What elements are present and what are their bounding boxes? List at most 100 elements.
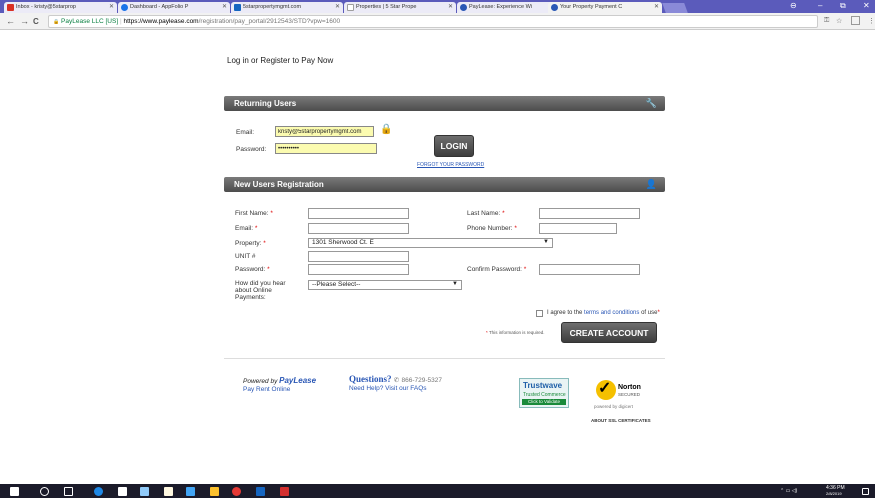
acrobat-icon[interactable] — [280, 487, 289, 496]
returning-users-header: Returning Users 🔧 — [224, 96, 665, 111]
last-name-label: Last Name: * — [467, 210, 505, 217]
dropdown-arrow-icon: ▼ — [452, 281, 458, 287]
url-host: https://www.paylease.com — [123, 18, 199, 25]
paylease-logo: PayLease — [279, 376, 317, 385]
tab-your-property-payment[interactable]: Your Property Payment C ✕ — [548, 2, 662, 13]
login-password-label: Password: — [236, 146, 267, 153]
security-indicator[interactable]: PayLease LLC [US] — [61, 18, 118, 25]
trustwave-seal[interactable]: Trustwave Trusted Commerce Click to Vali… — [519, 378, 569, 408]
login-button[interactable]: LOGIN — [434, 135, 474, 157]
folder-icon[interactable] — [210, 487, 219, 496]
email-input[interactable] — [308, 223, 409, 234]
browser-tab-strip: Inbox - kristy@5starprop ✕ Dashboard - A… — [0, 0, 875, 13]
page-icon — [347, 4, 354, 11]
account-icon[interactable]: ⊖ — [790, 1, 797, 10]
clock-date[interactable]: 2/8/2019 — [826, 491, 842, 496]
phone-input[interactable] — [539, 223, 617, 234]
required-note: * This information is required. — [486, 330, 545, 335]
create-account-button[interactable]: CREATE ACCOUNT — [561, 322, 657, 343]
chrome-icon[interactable] — [232, 487, 241, 496]
password-input[interactable] — [308, 264, 409, 275]
address-bar[interactable]: 🔒 PayLease LLC [US] | https://www.paylea… — [48, 15, 818, 28]
explorer-icon[interactable] — [140, 487, 149, 496]
tab-inbox[interactable]: Inbox - kristy@5starprop ✕ — [4, 2, 117, 13]
how-heard-label: How did you hear about Online Payments: — [235, 280, 286, 301]
task-view-icon[interactable] — [64, 487, 73, 496]
first-name-label: First Name: * — [235, 210, 273, 217]
notifications-icon[interactable] — [862, 488, 869, 495]
property-select[interactable]: 1301 Sherwood Ct. E ▼ — [308, 238, 553, 248]
first-name-input[interactable] — [308, 208, 409, 219]
reload-button[interactable]: C — [33, 17, 39, 26]
confirm-password-label: Confirm Password: * — [467, 266, 527, 273]
phone-label: Phone Number: * — [467, 225, 517, 232]
key-icon[interactable]: ⚿ — [824, 17, 829, 25]
close-window-button[interactable]: ✕ — [863, 1, 870, 10]
login-email-input[interactable] — [275, 126, 374, 137]
bookmark-star-icon[interactable]: ☆ — [836, 17, 842, 25]
terms-link[interactable]: terms and conditions — [584, 310, 639, 316]
close-icon[interactable]: ✕ — [448, 3, 453, 10]
website-icon — [234, 4, 241, 11]
property-label: Property: * — [235, 240, 266, 247]
edge-icon[interactable] — [94, 487, 103, 496]
windows-start-icon[interactable] — [10, 487, 19, 496]
login-password-input[interactable] — [275, 143, 377, 154]
close-icon[interactable]: ✕ — [222, 3, 227, 10]
tab-properties[interactable]: Properties | 5 Star Prope ✕ — [344, 2, 456, 13]
terms-checkbox[interactable] — [536, 310, 543, 317]
password-label: Password: * — [235, 266, 270, 273]
confirm-password-input[interactable] — [539, 264, 640, 275]
forgot-password-link[interactable]: FORGOT YOUR PASSWORD — [417, 162, 484, 168]
norton-seal[interactable]: ✓ Norton SECURED powered by digicert — [592, 380, 654, 412]
user-icon: 👤 — [645, 179, 657, 189]
paylease-icon — [551, 4, 558, 11]
extension-icon[interactable] — [851, 16, 860, 25]
back-button[interactable]: ← — [6, 16, 15, 26]
new-tab-button[interactable] — [662, 3, 688, 13]
checkmark-icon: ✓ — [598, 380, 612, 397]
close-icon[interactable]: ✕ — [654, 3, 659, 10]
tray-icons[interactable]: ⌃ ▭ ◁) — [780, 488, 797, 494]
faq-link[interactable]: Need Help? Visit our FAQs — [349, 385, 427, 392]
close-icon[interactable]: ✕ — [109, 3, 114, 10]
minimize-button[interactable]: – — [818, 1, 822, 10]
outlook-icon[interactable] — [256, 487, 265, 496]
settings-icon[interactable] — [118, 487, 127, 496]
powered-by: Powered by PayLease — [243, 376, 317, 385]
close-icon[interactable]: ✕ — [335, 3, 340, 10]
unit-label: UNIT # — [235, 253, 256, 260]
tab-5starproperty[interactable]: 5starpropertymgmt.com ✕ — [231, 2, 343, 13]
gmail-icon — [7, 4, 14, 11]
footer-divider — [224, 358, 665, 359]
password-manager-lock-icon[interactable]: 🔒 — [380, 124, 392, 135]
store-icon[interactable] — [164, 487, 173, 496]
page-title: Log in or Register to Pay Now — [227, 56, 334, 65]
email-label: Email: * — [235, 225, 258, 232]
phone-icon: ✆ — [393, 377, 400, 384]
search-icon[interactable] — [40, 487, 49, 496]
maximize-button[interactable]: ⧉ — [840, 1, 846, 11]
windows-taskbar: ⌃ ▭ ◁) 4:36 PM 2/8/2019 — [0, 484, 875, 498]
about-ssl-link[interactable]: ABOUT SSL CERTIFICATES — [591, 418, 651, 423]
new-users-header: New Users Registration 👤 — [224, 177, 665, 192]
menu-icon[interactable]: ⋮ — [868, 17, 875, 25]
tab-dashboard[interactable]: Dashboard - AppFolio P ✕ — [118, 2, 230, 13]
terms-label: I agree to the terms and conditions of u… — [547, 310, 660, 316]
lock-icon: 🔒 — [53, 19, 60, 25]
questions-heading: Questions? ✆ 866-729-5327 — [349, 374, 442, 384]
dropdown-arrow-icon: ▼ — [543, 239, 549, 245]
login-email-label: Email: — [236, 129, 255, 136]
last-name-input[interactable] — [539, 208, 640, 219]
url-path: /registration/pay_portal/2912543/STD?vpw… — [198, 18, 341, 25]
wrench-icon: 🔧 — [645, 98, 657, 108]
unit-input[interactable] — [308, 251, 409, 262]
support-phone: 866-729-5327 — [401, 377, 442, 384]
browser-toolbar: ← → C 🔒 PayLease LLC [US] | https://www.… — [0, 13, 875, 30]
appfolio-icon — [121, 4, 128, 11]
forward-button[interactable]: → — [20, 16, 29, 26]
how-heard-select[interactable]: --Please Select-- ▼ — [308, 280, 462, 290]
mail-icon[interactable] — [186, 487, 195, 496]
paylease-icon — [460, 4, 467, 11]
pay-rent-online-link[interactable]: Pay Rent Online — [243, 386, 290, 393]
